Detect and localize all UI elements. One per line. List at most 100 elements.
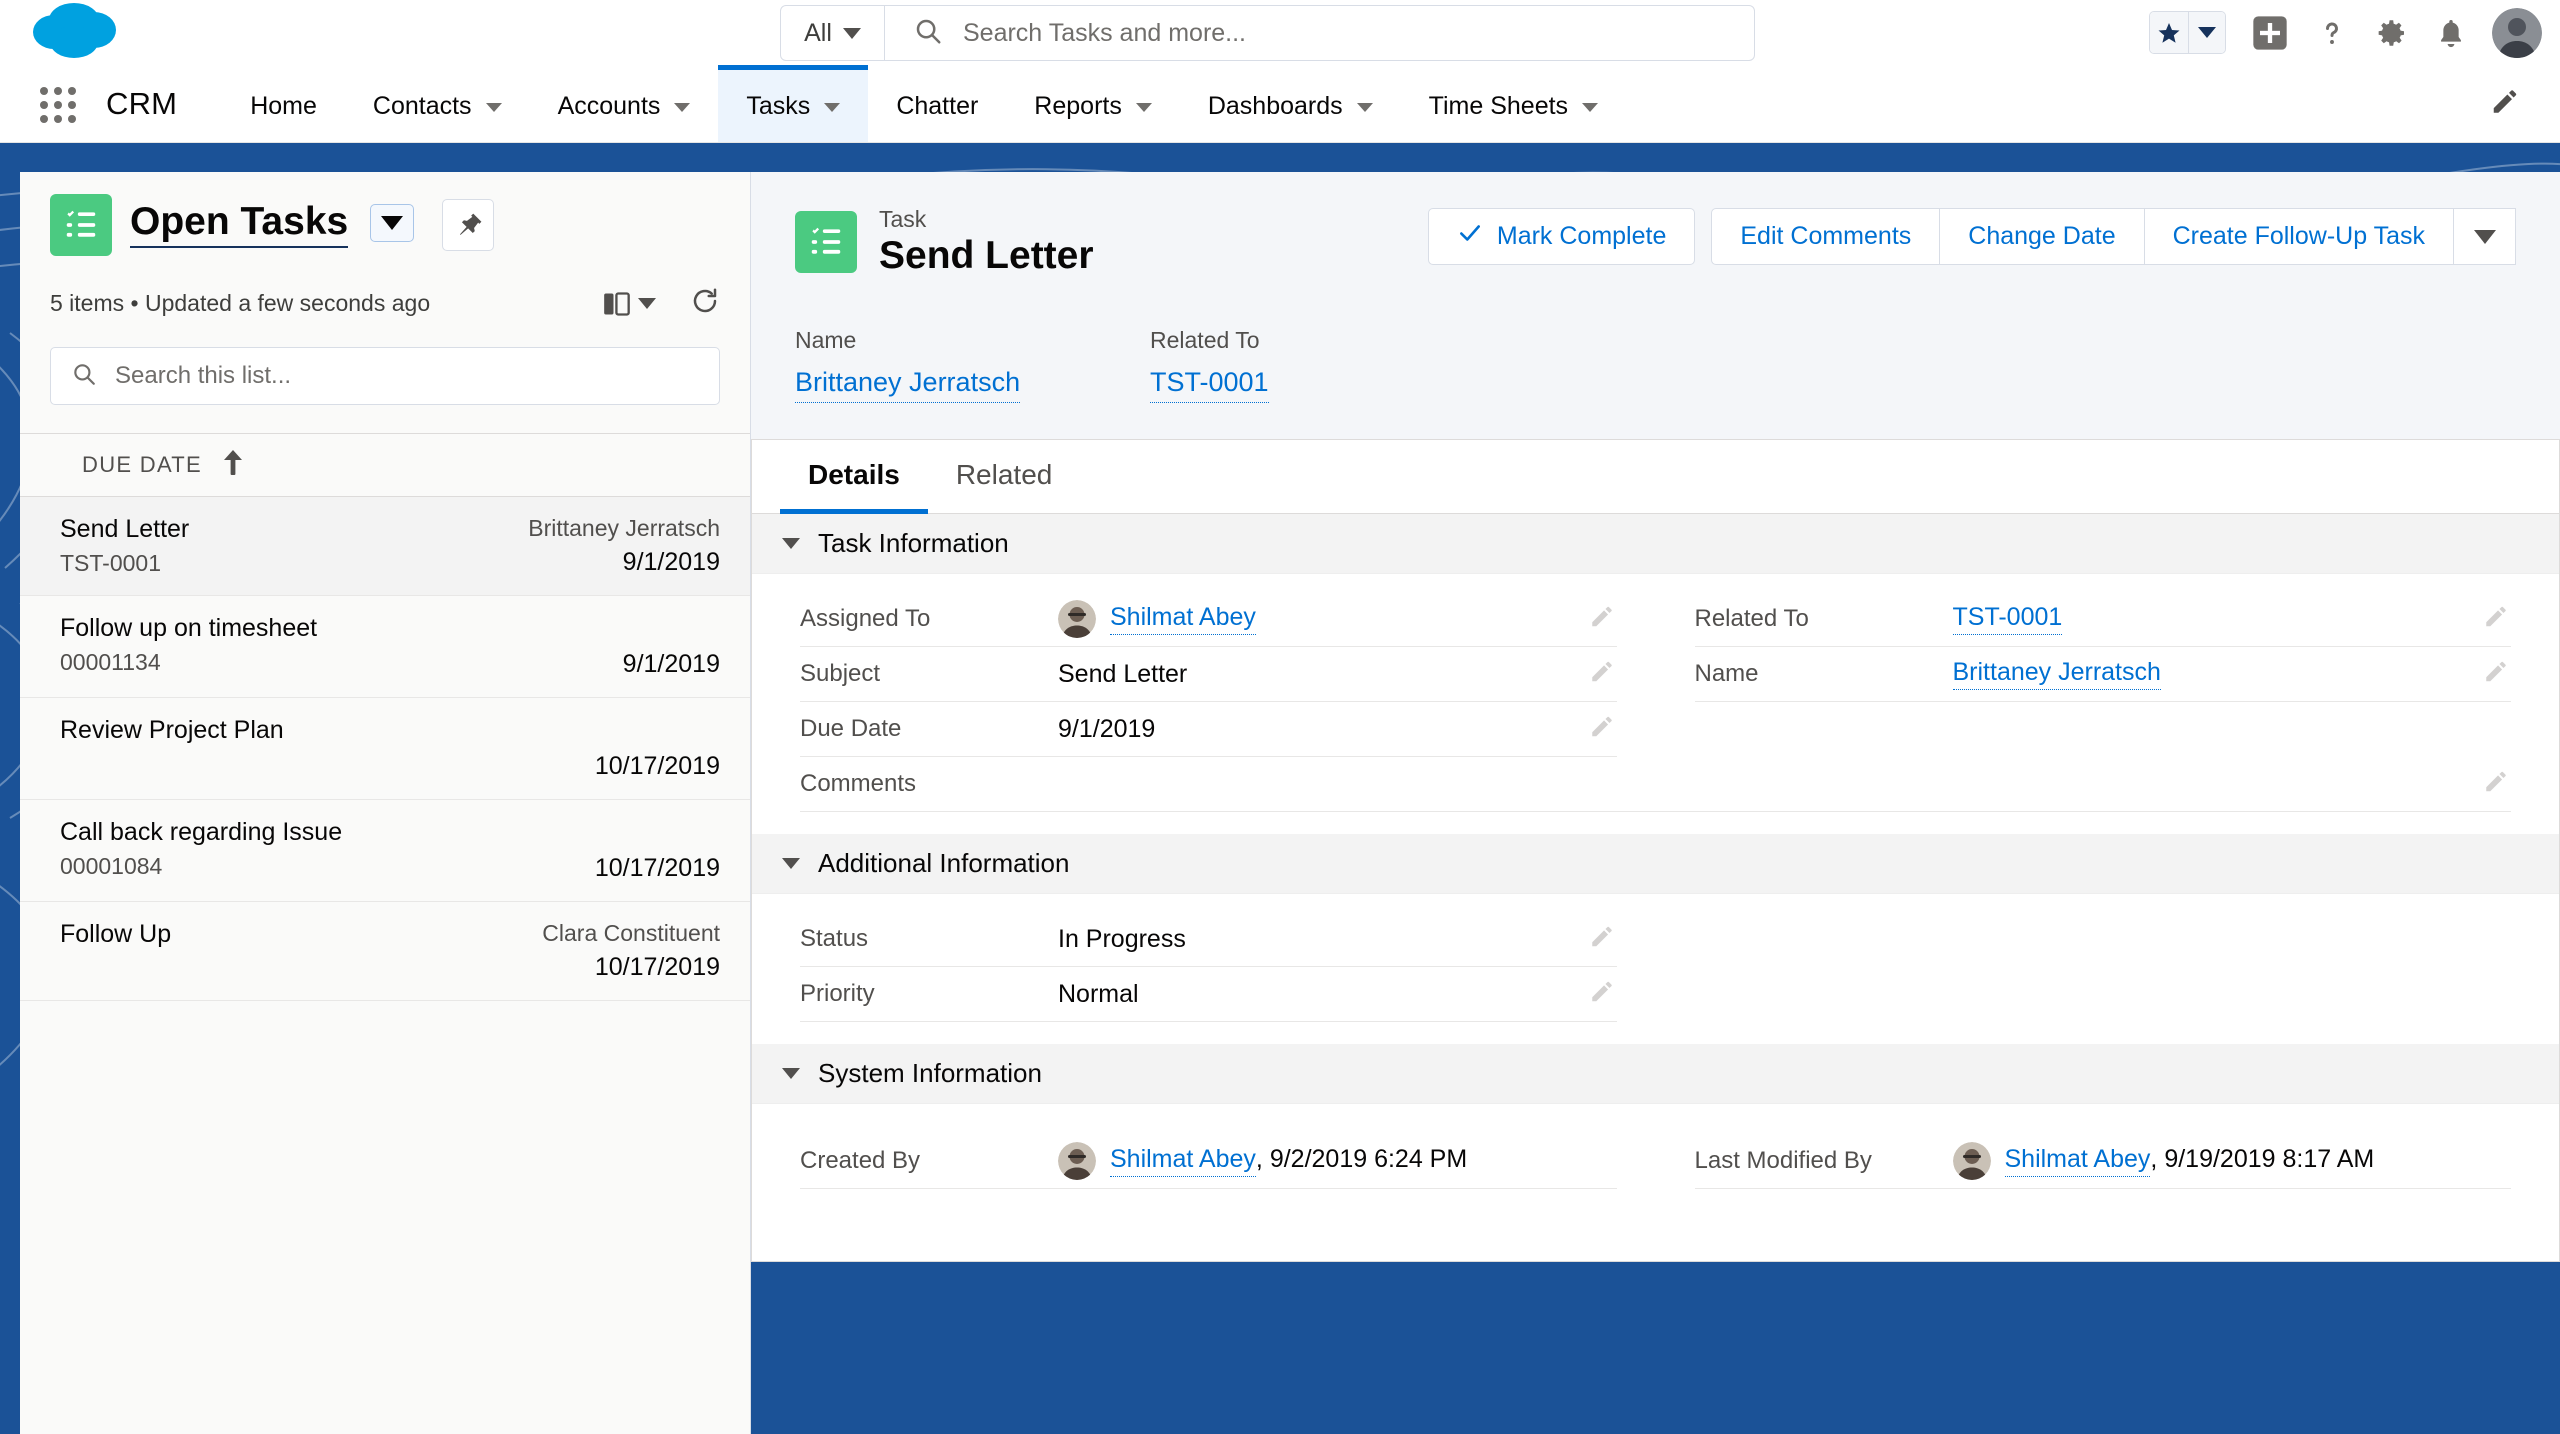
edit-pencil-icon[interactable] xyxy=(1589,979,1615,1010)
nav-item-dashboards[interactable]: Dashboards xyxy=(1180,65,1401,142)
list-item[interactable]: Send Letter TST-0001 Brittaney Jerratsch… xyxy=(20,497,750,596)
setup-gear-icon[interactable] xyxy=(2374,15,2410,51)
change-date-label: Change Date xyxy=(1968,222,2116,250)
nav-item-chatter[interactable]: Chatter xyxy=(868,65,1006,142)
favorites-control xyxy=(2149,11,2226,54)
field-label: Last Modified By xyxy=(1694,1147,1872,1174)
search-scope-label: All xyxy=(804,18,832,47)
salesforce-cloud-logo[interactable] xyxy=(32,2,142,64)
field-row-assigned-to: Assigned To Shilmat Abey xyxy=(800,592,1617,647)
highlight-field-value[interactable]: Brittaney Jerratsch xyxy=(795,367,1021,403)
app-launcher-icon[interactable] xyxy=(40,86,76,123)
section-title: System Information xyxy=(818,1058,1042,1088)
nav-item-label: Dashboards xyxy=(1207,91,1343,120)
field-row-last-modified-by: Last Modified By Shilmat Abey , 9/19/201… xyxy=(1694,1134,2512,1189)
list-item[interactable]: Follow up on timesheet 00001134 9/1/2019 xyxy=(20,596,750,698)
highlight-field-name: Name Brittaney Jerratsch xyxy=(795,327,1150,403)
field-value-link[interactable]: TST-0001 xyxy=(1952,603,2063,635)
add-icon[interactable] xyxy=(2250,13,2290,53)
task-object-icon xyxy=(795,210,857,273)
section-header-additional-information[interactable]: Additional Information xyxy=(752,834,2559,894)
section-header-system-information[interactable]: System Information xyxy=(752,1044,2559,1104)
chevron-down-icon xyxy=(842,27,861,39)
highlight-field-related-to: Related To TST-0001 xyxy=(1150,327,1505,403)
chevron-down-icon xyxy=(782,538,800,549)
list-view-controls xyxy=(603,286,720,321)
nav-item-accounts[interactable]: Accounts xyxy=(530,65,719,142)
mark-complete-button[interactable]: Mark Complete xyxy=(1427,208,1696,265)
list-view-meta-row: 5 items • Updated a few seconds ago xyxy=(50,286,720,321)
list-column-header-due-date[interactable]: DUE DATE xyxy=(20,433,750,497)
field-label: Subject xyxy=(800,660,881,687)
chevron-down-icon xyxy=(1356,103,1373,112)
list-view-header: Open Tasks 5 items • Updated a few secon… xyxy=(20,172,750,321)
refresh-icon[interactable] xyxy=(690,286,720,321)
edit-pencil-icon[interactable] xyxy=(1589,714,1615,745)
edit-comments-button[interactable]: Edit Comments xyxy=(1711,208,1941,265)
highlight-field-value[interactable]: TST-0001 xyxy=(1150,367,1269,403)
edit-pencil-icon[interactable] xyxy=(2483,604,2509,635)
edit-pencil-icon[interactable] xyxy=(2483,769,2509,800)
section-title: Additional Information xyxy=(818,848,1070,878)
nav-item-time-sheets[interactable]: Time Sheets xyxy=(1401,65,1626,142)
field-value: Normal xyxy=(1058,979,1139,1008)
field-value-link[interactable]: Brittaney Jerratsch xyxy=(1952,658,2161,690)
field-value: TST-0001 xyxy=(1952,603,2512,635)
list-view-selector-button[interactable] xyxy=(370,204,415,242)
list-item-subtitle: TST-0001 xyxy=(60,550,161,576)
pencil-icon[interactable] xyxy=(2490,86,2520,121)
nav-item-label: Chatter xyxy=(896,91,979,120)
list-item[interactable]: Follow Up Clara Constituent 10/17/2019 xyxy=(20,902,750,1001)
field-label: Created By xyxy=(800,1147,921,1174)
chevron-down-icon xyxy=(381,216,404,230)
pin-list-view-button[interactable] xyxy=(442,199,495,251)
nav-item-label: Time Sheets xyxy=(1428,91,1569,120)
field-row-subject: Subject Send Letter xyxy=(800,647,1617,702)
list-view-title[interactable]: Open Tasks xyxy=(130,201,349,249)
app-name[interactable]: CRM xyxy=(106,65,177,142)
field-value: Shilmat Abey , 9/19/2019 8:17 AM xyxy=(1952,1142,2512,1180)
section-header-task-information[interactable]: Task Information xyxy=(752,514,2559,574)
field-value: In Progress xyxy=(1058,924,1186,953)
nav-item-contacts[interactable]: Contacts xyxy=(345,65,530,142)
search-list-input[interactable] xyxy=(115,362,699,390)
list-item[interactable]: Call back regarding Issue 00001084 10/17… xyxy=(20,800,750,902)
change-date-button[interactable]: Change Date xyxy=(1940,208,2145,265)
tab-details[interactable]: Details xyxy=(780,440,928,514)
list-item-name: Brittaney Jerratsch xyxy=(528,515,720,541)
display-as-button[interactable] xyxy=(603,291,656,317)
search-input[interactable] xyxy=(963,18,1754,48)
notifications-bell-icon[interactable] xyxy=(2434,16,2468,50)
tab-related[interactable]: Related xyxy=(928,440,1081,514)
list-item-title: Call back regarding Issue xyxy=(60,818,343,846)
create-follow-up-task-label: Create Follow-Up Task xyxy=(2172,222,2425,250)
field-label: Comments xyxy=(800,770,917,797)
favorites-star-icon[interactable] xyxy=(2150,12,2189,53)
record-action-buttons: Mark Complete Edit Comments Change Date … xyxy=(1427,208,2516,265)
help-icon[interactable] xyxy=(2314,15,2350,51)
create-follow-up-task-button[interactable]: Create Follow-Up Task xyxy=(2144,208,2454,265)
sort-ascending-icon xyxy=(222,449,244,481)
nav-item-home[interactable]: Home xyxy=(222,65,345,142)
field-value-link[interactable]: Shilmat Abey xyxy=(1110,1145,1256,1177)
nav-item-reports[interactable]: Reports xyxy=(1006,65,1180,142)
edit-pencil-icon[interactable] xyxy=(1589,924,1615,955)
search-scope-selector[interactable]: All xyxy=(781,6,885,60)
nav-item-label: Tasks xyxy=(746,91,811,120)
field-value-link[interactable]: Shilmat Abey xyxy=(2004,1145,2151,1177)
user-avatar[interactable] xyxy=(2492,7,2542,58)
list-item[interactable]: Review Project Plan 10/17/2019 xyxy=(20,698,750,800)
edit-pencil-icon[interactable] xyxy=(2483,659,2509,690)
list-item-date: 10/17/2019 xyxy=(594,752,720,780)
edit-pencil-icon[interactable] xyxy=(1589,604,1615,635)
global-search[interactable]: All xyxy=(780,5,1755,61)
edit-pencil-icon[interactable] xyxy=(1589,659,1615,690)
more-actions-button[interactable] xyxy=(2454,208,2516,265)
header-actions xyxy=(2149,0,2542,65)
favorites-caret-icon[interactable] xyxy=(2189,12,2225,53)
chevron-down-icon xyxy=(674,103,691,112)
list-search-box[interactable] xyxy=(50,347,720,405)
field-row-name: Name Brittaney Jerratsch xyxy=(1694,647,2511,702)
field-value-link[interactable]: Shilmat Abey xyxy=(1110,603,1256,635)
nav-item-tasks[interactable]: Tasks xyxy=(718,65,869,142)
